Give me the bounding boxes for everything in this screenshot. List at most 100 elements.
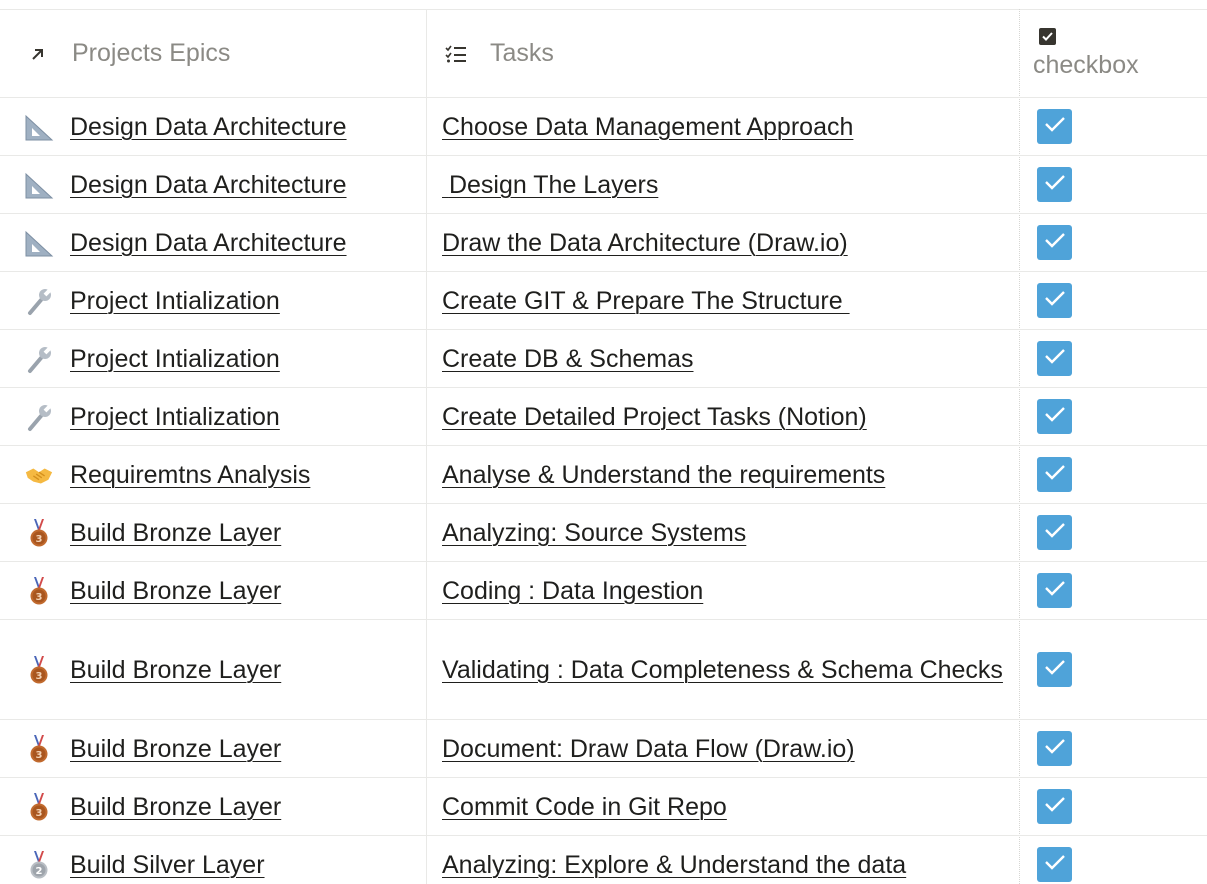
task-link[interactable]: Create Detailed Project Tasks (Notion) [442, 398, 867, 436]
triangular-ruler-icon [24, 112, 54, 142]
task-link[interactable]: Draw the Data Architecture (Draw.io) [442, 224, 848, 262]
column-header-epics[interactable]: Projects Epics [0, 10, 426, 97]
epic-link[interactable]: Build Bronze Layer [70, 515, 281, 551]
checkmark-icon [1044, 522, 1066, 543]
done-checkbox[interactable] [1037, 399, 1072, 434]
epic-link[interactable]: Project Intialization [70, 283, 280, 319]
task-link[interactable]: Coding : Data Ingestion [442, 572, 703, 610]
task-link[interactable]: Analyzing: Explore & Understand the data [442, 846, 906, 884]
table-row[interactable]: Project Intialization Create DB & Schemas [0, 330, 1207, 388]
svg-text:3: 3 [36, 808, 43, 819]
table-row[interactable]: Design Data Architecture Draw the Data Ar… [0, 214, 1207, 272]
done-checkbox[interactable] [1037, 847, 1072, 882]
epic-relation: Project Intialization [24, 341, 280, 377]
task-cell: Commit Code in Git Repo [426, 778, 1019, 835]
checkbox-cell [1019, 272, 1207, 329]
bronze-medal-icon: 3 [24, 655, 54, 685]
epic-link[interactable]: Requiremtns Analysis [70, 457, 310, 493]
epic-relation: Design Data Architecture [24, 225, 347, 261]
checkmark-icon [1044, 348, 1066, 369]
task-link[interactable]: Document: Draw Data Flow (Draw.io) [442, 730, 855, 768]
checkbox-cell [1019, 156, 1207, 213]
table-row[interactable]: 3 Build Bronze Layer Analyzing: Source Sy… [0, 504, 1207, 562]
task-link[interactable]: Choose Data Management Approach [442, 108, 853, 146]
epic-link[interactable]: Build Bronze Layer [70, 573, 281, 609]
table-row[interactable]: Project Intialization Create Detailed Pro… [0, 388, 1207, 446]
done-checkbox[interactable] [1037, 789, 1072, 824]
checkmark-icon [1044, 290, 1066, 311]
column-header-tasks[interactable]: Tasks [426, 10, 1019, 97]
epic-cell: Project Intialization [0, 330, 426, 387]
done-checkbox[interactable] [1037, 515, 1072, 550]
done-checkbox[interactable] [1037, 573, 1072, 608]
epic-relation: 3 Build Bronze Layer [24, 789, 281, 825]
table-row[interactable]: 2 Build Silver Layer Analyzing: Explore &… [0, 836, 1207, 884]
epic-cell: Design Data Architecture [0, 214, 426, 271]
task-cell: Analyzing: Explore & Understand the data [426, 836, 1019, 884]
task-cell: Validating : Data Completeness & Schema … [426, 620, 1019, 719]
checklist-icon [442, 44, 470, 64]
checkmark-icon [1044, 116, 1066, 137]
checkmark-icon [1044, 174, 1066, 195]
done-checkbox[interactable] [1037, 225, 1072, 260]
epic-link[interactable]: Design Data Architecture [70, 167, 347, 203]
table-row[interactable]: 3 Build Bronze Layer Validating : Data Co… [0, 620, 1207, 720]
epic-link[interactable]: Build Bronze Layer [70, 652, 281, 688]
task-link[interactable]: Design The Layers [442, 166, 658, 204]
task-link[interactable]: Analyzing: Source Systems [442, 514, 746, 552]
checkmark-icon [1044, 464, 1066, 485]
column-header-checkbox[interactable]: checkbox [1019, 10, 1207, 97]
epic-link[interactable]: Build Silver Layer [70, 847, 265, 883]
task-link[interactable]: Commit Code in Git Repo [442, 788, 727, 826]
checkmark-icon [1044, 232, 1066, 253]
triangular-ruler-icon [24, 170, 54, 200]
epic-link[interactable]: Project Intialization [70, 399, 280, 435]
epic-link[interactable]: Build Bronze Layer [70, 731, 281, 767]
done-checkbox[interactable] [1037, 109, 1072, 144]
table-row[interactable]: Requiremtns Analysis Analyse & Understand… [0, 446, 1207, 504]
checkbox-cell [1019, 778, 1207, 835]
task-cell: Create GIT & Prepare The Structure [426, 272, 1019, 329]
checkmark-icon [1044, 659, 1066, 680]
triangular-ruler-icon [24, 228, 54, 258]
svg-text:3: 3 [36, 750, 43, 761]
task-link[interactable]: Create DB & Schemas [442, 340, 694, 378]
table-row[interactable]: 3 Build Bronze Layer Document: Draw Data … [0, 720, 1207, 778]
relation-arrow-icon [24, 46, 52, 62]
done-checkbox[interactable] [1037, 341, 1072, 376]
svg-text:3: 3 [36, 671, 43, 682]
checkbox-cell [1019, 446, 1207, 503]
epic-relation: 3 Build Bronze Layer [24, 731, 281, 767]
epic-link[interactable]: Design Data Architecture [70, 109, 347, 145]
task-link[interactable]: Validating : Data Completeness & Schema … [442, 651, 1003, 689]
epic-cell: Requiremtns Analysis [0, 446, 426, 503]
table-row[interactable]: 3 Build Bronze Layer Coding : Data Ingest… [0, 562, 1207, 620]
done-checkbox[interactable] [1037, 652, 1072, 687]
task-link[interactable]: Analyse & Understand the requirements [442, 456, 885, 494]
task-cell: Analyzing: Source Systems [426, 504, 1019, 561]
table-row[interactable]: Design Data Architecture Design The Laye… [0, 156, 1207, 214]
done-checkbox[interactable] [1037, 283, 1072, 318]
epic-link[interactable]: Build Bronze Layer [70, 789, 281, 825]
done-checkbox[interactable] [1037, 731, 1072, 766]
bronze-medal-icon: 3 [24, 576, 54, 606]
epic-link[interactable]: Design Data Architecture [70, 225, 347, 261]
table-row[interactable]: Design Data Architecture Choose Data Mana… [0, 98, 1207, 156]
checkbox-cell [1019, 98, 1207, 155]
epic-relation: Project Intialization [24, 399, 280, 435]
checkbox-cell [1019, 720, 1207, 777]
epic-relation: 3 Build Bronze Layer [24, 652, 281, 688]
epic-relation: Project Intialization [24, 283, 280, 319]
task-link[interactable]: Create GIT & Prepare The Structure [442, 282, 850, 320]
bronze-medal-icon: 3 [24, 734, 54, 764]
epic-cell: Design Data Architecture [0, 98, 426, 155]
bronze-medal-icon: 3 [24, 518, 54, 548]
table-row[interactable]: 3 Build Bronze Layer Commit Code in Git R… [0, 778, 1207, 836]
svg-text:3: 3 [36, 534, 43, 545]
table-row[interactable]: Project Intialization Create GIT & Prepar… [0, 272, 1207, 330]
checkbox-cell [1019, 836, 1207, 884]
done-checkbox[interactable] [1037, 457, 1072, 492]
epic-link[interactable]: Project Intialization [70, 341, 280, 377]
epic-relation: Design Data Architecture [24, 109, 347, 145]
done-checkbox[interactable] [1037, 167, 1072, 202]
